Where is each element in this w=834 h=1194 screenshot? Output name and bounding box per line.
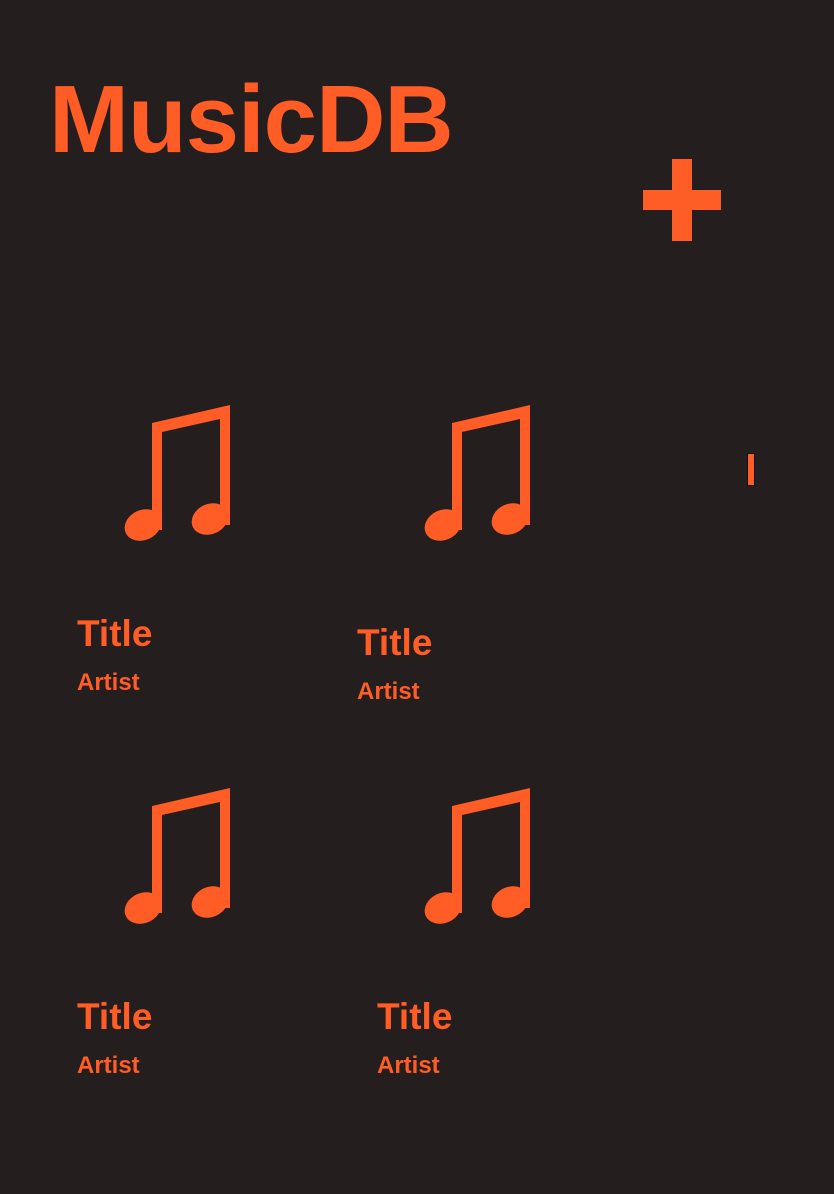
album-title: Title	[357, 622, 433, 663]
album-artist: Artist	[357, 678, 420, 705]
album-card[interactable]: Title Artist	[70, 395, 310, 715]
album-artist: Artist	[77, 1052, 140, 1079]
album-card[interactable]: Title Artist	[370, 778, 610, 1098]
add-button[interactable]	[632, 145, 732, 255]
album-title: Title	[77, 613, 153, 654]
album-title: Title	[77, 996, 153, 1037]
scrollbar-thumb[interactable]	[747, 453, 755, 486]
album-title: Title	[377, 996, 453, 1037]
app-title: MusicDB	[49, 66, 454, 173]
music-note-icon	[424, 405, 530, 541]
music-note-icon	[124, 788, 230, 924]
music-note-icon	[424, 788, 530, 924]
plus-icon	[643, 159, 721, 241]
album-card[interactable]: Title Artist	[70, 778, 310, 1098]
album-card[interactable]: Title Artist	[350, 395, 590, 715]
music-note-icon	[124, 405, 230, 541]
album-artist: Artist	[77, 669, 140, 696]
album-artist: Artist	[377, 1052, 440, 1079]
